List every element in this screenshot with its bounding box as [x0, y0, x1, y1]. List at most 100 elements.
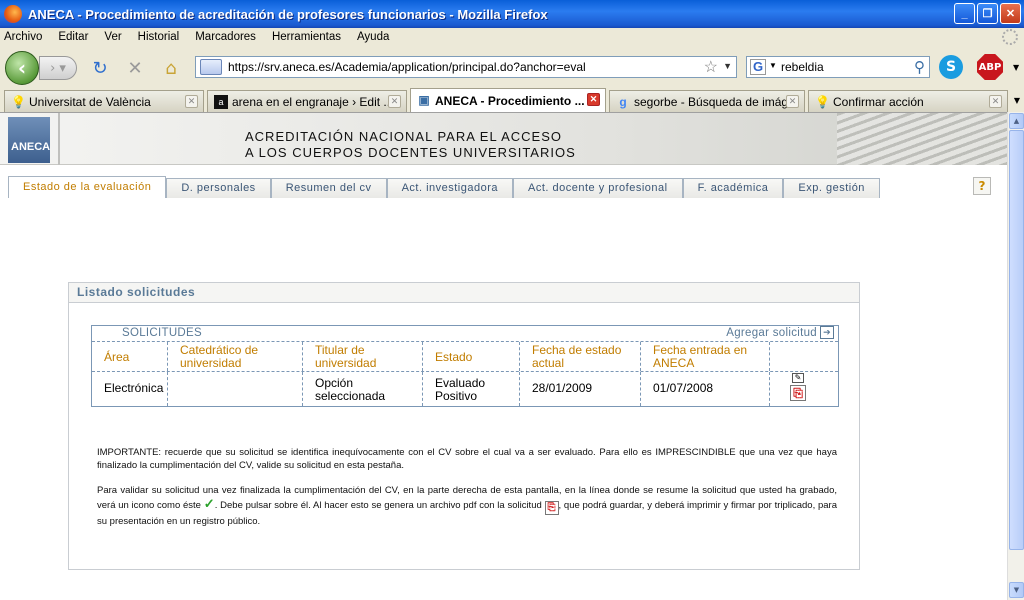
- browser-tab[interactable]: 💡 Universitat de València ✕: [4, 90, 204, 112]
- notice-text-part: . Debe pulsar sobre él. Al hacer esto se…: [214, 500, 542, 511]
- aneca-favicon-icon: ▣: [418, 93, 430, 107]
- search-engine-dropdown-icon[interactable]: ▼: [769, 61, 777, 70]
- home-icon[interactable]: ⌂: [160, 57, 182, 79]
- bookmark-star-icon[interactable]: ☆: [704, 57, 718, 77]
- close-tab-icon[interactable]: ✕: [388, 95, 401, 108]
- search-input[interactable]: rebeldia: [781, 60, 824, 74]
- forward-button[interactable]: › ▾: [39, 56, 77, 80]
- close-window-button[interactable]: ✕: [1000, 3, 1021, 24]
- aneca-logo: ANECA: [8, 117, 50, 163]
- vertical-scrollbar[interactable]: ▲ ▼: [1007, 112, 1024, 600]
- tab-f-academica[interactable]: F. académica: [682, 178, 784, 198]
- notice-paragraph-2: Para validar su solicitud una vez finali…: [97, 484, 837, 528]
- notice-text: IMPORTANTE: recuerde que su solicitud se…: [97, 446, 837, 540]
- column-header: [770, 342, 838, 371]
- column-header: Estado: [423, 342, 520, 371]
- adblock-dropdown-icon[interactable]: ▼: [1013, 63, 1019, 72]
- stop-icon[interactable]: ✕: [124, 57, 146, 79]
- page-title-line2: A LOS CUERPOS DOCENTES UNIVERSITARIOS: [245, 145, 576, 160]
- wordpress-favicon-icon: a: [214, 95, 228, 109]
- tab-list-dropdown-icon[interactable]: ▼: [1014, 96, 1020, 105]
- notice-paragraph-1: IMPORTANTE: recuerde que su solicitud se…: [97, 447, 837, 471]
- window-title-bar: ANECA - Procedimiento de acreditación de…: [0, 0, 1024, 28]
- menu-bar: Archivo Editar Ver Historial Marcadores …: [0, 28, 1024, 46]
- checkmark-icon: ✓: [203, 496, 215, 511]
- table-row: Electrónica Opción seleccionada Evaluado…: [92, 372, 838, 406]
- column-header: Fecha entrada en ANECA: [641, 342, 770, 371]
- tab-resumen-cv[interactable]: Resumen del cv: [270, 178, 387, 198]
- column-header: Área: [92, 342, 168, 371]
- url-bar[interactable]: https://srv.aneca.es/Academia/applicatio…: [195, 56, 737, 78]
- url-dropdown-icon[interactable]: ▼: [723, 61, 732, 71]
- close-tab-icon[interactable]: ✕: [185, 95, 198, 108]
- adblock-plus-icon[interactable]: ABP: [977, 54, 1003, 80]
- help-button[interactable]: ?: [973, 177, 991, 195]
- panel-title: Listado solicitudes: [69, 283, 859, 303]
- scroll-down-icon[interactable]: ▼: [1009, 582, 1024, 598]
- menu-ver[interactable]: Ver: [104, 31, 121, 43]
- window-title: ANECA - Procedimiento de acreditación de…: [28, 6, 548, 22]
- firefox-icon: [4, 5, 22, 23]
- scrollbar-thumb[interactable]: [1009, 130, 1024, 550]
- menu-editar[interactable]: Editar: [58, 31, 88, 43]
- arrow-right-icon[interactable]: ➔: [820, 326, 834, 339]
- pdf-icon[interactable]: ⎘: [790, 385, 806, 401]
- table-caption: SOLICITUDES Agregar solicitud ➔: [92, 326, 838, 342]
- pdf-icon: ⎘: [544, 501, 559, 515]
- tab-act-investigadora[interactable]: Act. investigadora: [386, 178, 513, 198]
- close-tab-icon[interactable]: ✕: [989, 95, 1002, 108]
- close-tab-icon[interactable]: ✕: [587, 93, 600, 106]
- agregar-solicitud-link[interactable]: Agregar solicitud ➔: [726, 326, 834, 339]
- column-header: Fecha de estado actual: [520, 342, 641, 371]
- tab-estado-evaluacion[interactable]: Estado de la evaluación: [8, 176, 167, 198]
- browser-tab[interactable]: g segorbe - Búsqueda de imág... ✕: [609, 90, 805, 112]
- search-bar[interactable]: G ▼ rebeldia ⚲: [746, 56, 930, 78]
- menu-marcadores[interactable]: Marcadores: [195, 31, 256, 43]
- cell-titular: Opción seleccionada: [303, 372, 423, 406]
- column-header: Titular de universidad: [303, 342, 423, 371]
- lightbulb-favicon-icon: 💡: [11, 95, 26, 109]
- menu-historial[interactable]: Historial: [138, 31, 180, 43]
- page-title-line1: ACREDITACIÓN NACIONAL PARA EL ACCESO: [245, 129, 563, 144]
- scroll-up-icon[interactable]: ▲: [1009, 113, 1024, 129]
- edit-icon[interactable]: ✎: [792, 373, 804, 383]
- browser-tab-label: Confirmar acción: [833, 94, 924, 109]
- skype-icon[interactable]: S: [939, 55, 963, 79]
- menu-archivo[interactable]: Archivo: [4, 31, 42, 43]
- lightbulb-favicon-icon: 💡: [815, 95, 830, 109]
- menu-herramientas[interactable]: Herramientas: [272, 31, 341, 43]
- menu-ayuda[interactable]: Ayuda: [357, 31, 389, 43]
- browser-tab-active[interactable]: ▣ ANECA - Procedimiento ... ✕: [410, 88, 606, 112]
- site-identity-icon[interactable]: [200, 59, 222, 75]
- app-tab-bar: Estado de la evaluación D. personales Re…: [8, 176, 880, 198]
- header-divider: [58, 113, 60, 165]
- header-decoration: [837, 113, 1007, 165]
- browser-tab[interactable]: a arena en el engranaje › Edit ... ✕: [207, 90, 407, 112]
- reload-icon[interactable]: ↻: [89, 57, 111, 79]
- cell-estado: Evaluado Positivo: [423, 372, 520, 406]
- browser-tab-label: segorbe - Búsqueda de imág...: [634, 94, 799, 109]
- restore-button[interactable]: ❐: [977, 3, 998, 24]
- back-button[interactable]: ‹: [5, 51, 39, 85]
- browser-tab[interactable]: 💡 Confirmar acción ✕: [808, 90, 1008, 112]
- cell-actions: ✎ ⎘: [770, 372, 838, 406]
- search-icon[interactable]: ⚲: [914, 58, 925, 76]
- solicitudes-table: SOLICITUDES Agregar solicitud ➔ Área Cat…: [91, 325, 839, 407]
- close-tab-icon[interactable]: ✕: [786, 95, 799, 108]
- browser-tab-label: arena en el engranaje › Edit ...: [232, 94, 394, 109]
- page-title: ACREDITACIÓN NACIONAL PARA EL ACCESO A L…: [245, 129, 576, 161]
- cell-area: Electrónica: [92, 372, 168, 406]
- tab-act-docente[interactable]: Act. docente y profesional: [513, 178, 683, 198]
- table-header-row: Área Catedrático de universidad Titular …: [92, 342, 838, 372]
- tab-datos-personales[interactable]: D. personales: [166, 178, 271, 198]
- aneca-header: ANECA ACREDITACIÓN NACIONAL PARA EL ACCE…: [0, 113, 1007, 165]
- listado-solicitudes-panel: Listado solicitudes SOLICITUDES Agregar …: [68, 282, 860, 570]
- agregar-solicitud-label: Agregar solicitud: [726, 326, 817, 339]
- search-engine-icon[interactable]: G: [750, 59, 766, 75]
- tab-exp-gestion[interactable]: Exp. gestión: [783, 178, 880, 198]
- table-title: SOLICITUDES: [122, 327, 202, 339]
- column-header: Catedrático de universidad: [168, 342, 303, 371]
- minimize-button[interactable]: _: [954, 3, 975, 24]
- cell-fecha-entrada: 01/07/2008: [641, 372, 770, 406]
- throbber-icon: [1002, 29, 1018, 45]
